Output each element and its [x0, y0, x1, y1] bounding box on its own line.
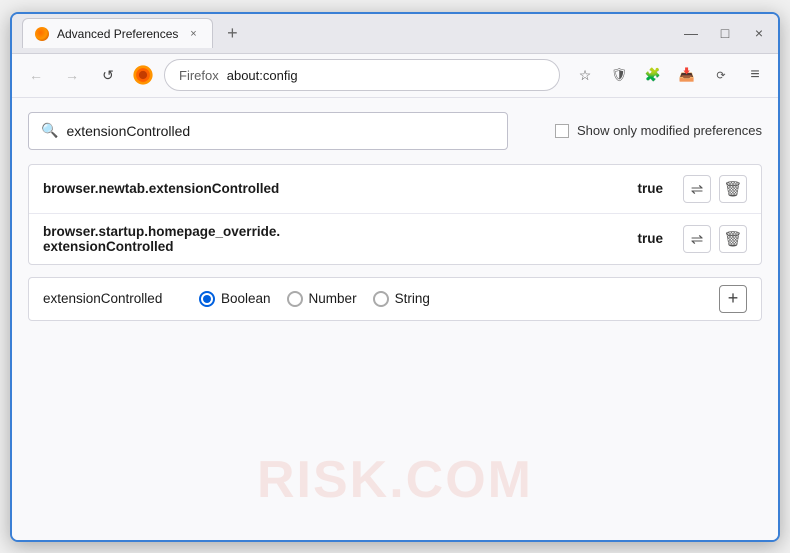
toggle-button[interactable]: ⇌ [683, 225, 711, 253]
radio-boolean[interactable]: Boolean [199, 291, 271, 307]
radio-number-circle [287, 291, 303, 307]
window-controls: — □ × [682, 24, 768, 42]
active-tab[interactable]: Advanced Preferences × [22, 18, 213, 48]
browser-name: Firefox [179, 68, 219, 83]
toggle-button[interactable]: ⇌ [683, 175, 711, 203]
row-actions: ⇌ 🗑 [683, 225, 747, 253]
add-pref-button[interactable]: + [719, 285, 747, 313]
show-modified-checkbox[interactable] [555, 124, 569, 138]
row-actions: ⇌ 🗑 [683, 175, 747, 203]
menu-icon[interactable]: ≡ [742, 62, 768, 88]
bookmark-star-icon[interactable]: ☆ [572, 62, 598, 88]
radio-string-label: String [395, 291, 430, 306]
title-bar: Advanced Preferences × + — □ × [12, 14, 778, 54]
tab-favicon [35, 27, 49, 41]
delete-icon: 🗑 [723, 180, 742, 198]
toggle-icon: ⇌ [691, 180, 704, 198]
search-input[interactable] [66, 123, 495, 139]
refresh-button[interactable]: ↺ [94, 61, 122, 89]
firefox-logo [132, 64, 154, 86]
close-button[interactable]: × [750, 24, 768, 42]
table-row: browser.newtab.extensionControlled true … [29, 165, 761, 214]
delete-button[interactable]: 🗑 [719, 175, 747, 203]
minimize-button[interactable]: — [682, 24, 700, 42]
shield-icon[interactable]: 🛡 [606, 62, 632, 88]
pref-name-line1: browser.startup.homepage_override. [43, 224, 625, 239]
search-row: 🔍 Show only modified preferences [28, 112, 762, 150]
nav-bar: ← → ↺ Firefox about:config ☆ 🛡 🧩 📥 [12, 54, 778, 98]
new-pref-name: extensionControlled [43, 291, 183, 306]
type-radio-group: Boolean Number String [199, 291, 430, 307]
delete-icon: 🗑 [723, 230, 742, 248]
search-input-wrap[interactable]: 🔍 [28, 112, 508, 150]
radio-boolean-circle [199, 291, 215, 307]
pref-name: browser.newtab.extensionControlled [43, 181, 625, 196]
watermark: RISK.COM [257, 450, 533, 510]
extensions-icon[interactable]: 🧩 [640, 62, 666, 88]
table-row: browser.startup.homepage_override. exten… [29, 214, 761, 264]
address-bar[interactable]: Firefox about:config [164, 59, 560, 91]
radio-string[interactable]: String [373, 291, 430, 307]
forward-icon: → [65, 67, 79, 83]
tab-close-button[interactable]: × [186, 27, 200, 41]
delete-button[interactable]: 🗑 [719, 225, 747, 253]
show-modified-wrap: Show only modified preferences [555, 123, 762, 138]
pref-name-line2: extensionControlled [43, 239, 625, 254]
results-table: browser.newtab.extensionControlled true … [28, 164, 762, 265]
sync-icon[interactable]: ⟳ [708, 62, 734, 88]
forward-button[interactable]: → [58, 61, 86, 89]
radio-number-label: Number [309, 291, 357, 306]
radio-boolean-label: Boolean [221, 291, 271, 306]
back-button[interactable]: ← [22, 61, 50, 89]
pref-name: browser.startup.homepage_override. exten… [43, 224, 625, 254]
content-area: RISK.COM 🔍 Show only modified preference… [12, 98, 778, 540]
refresh-icon: ↺ [102, 67, 114, 84]
pref-value: true [637, 231, 663, 246]
add-preference-row: extensionControlled Boolean Number [28, 277, 762, 321]
maximize-button[interactable]: □ [716, 24, 734, 42]
tab-title: Advanced Preferences [57, 27, 178, 41]
pref-value: true [637, 181, 663, 196]
back-icon: ← [29, 67, 43, 83]
search-icon: 🔍 [41, 122, 58, 139]
browser-window: Advanced Preferences × + — □ × ← → ↺ [10, 12, 780, 542]
radio-boolean-dot [203, 295, 211, 303]
nav-icons-group: ☆ 🛡 🧩 📥 ⟳ ≡ [572, 62, 768, 88]
new-tab-button[interactable]: + [219, 20, 245, 46]
address-text: about:config [227, 68, 298, 83]
toggle-icon: ⇌ [691, 230, 704, 248]
radio-number[interactable]: Number [287, 291, 357, 307]
radio-string-circle [373, 291, 389, 307]
show-modified-label: Show only modified preferences [577, 123, 762, 138]
downloads-icon[interactable]: 📥 [674, 62, 700, 88]
